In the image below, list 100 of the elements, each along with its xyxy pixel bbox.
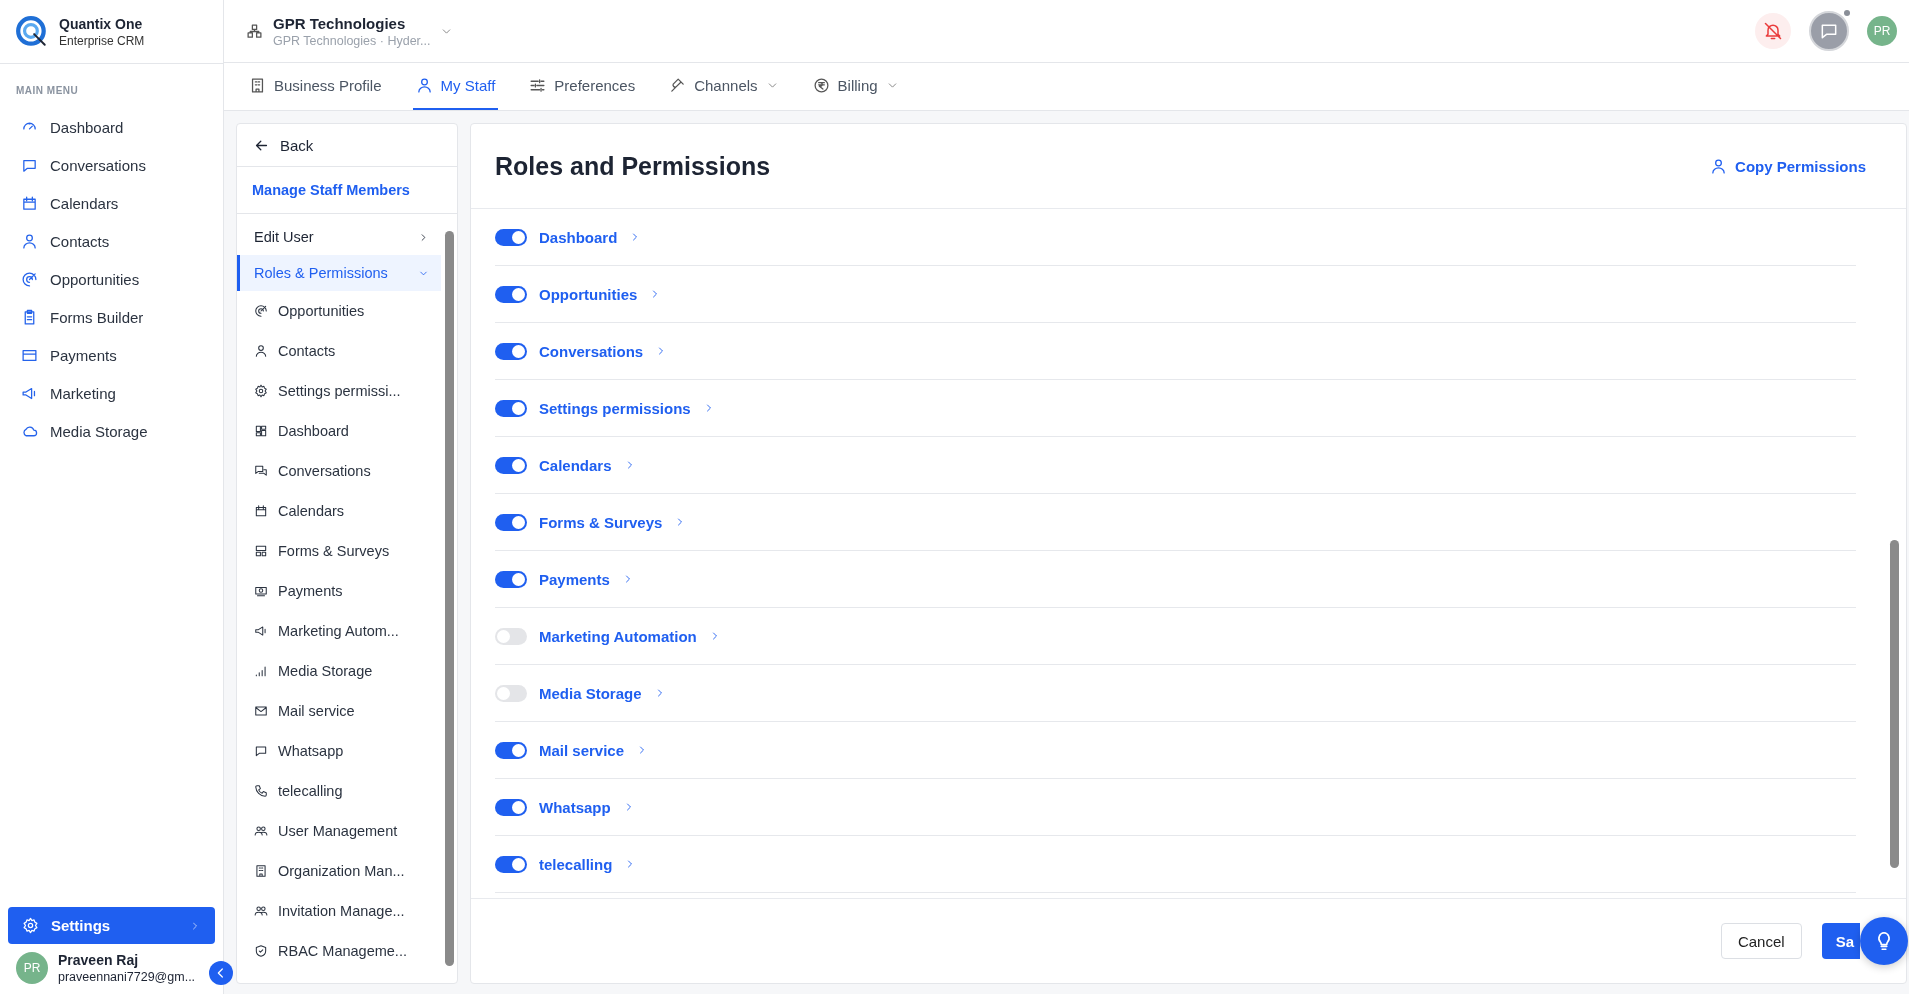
- permission-link[interactable]: Settings permissions: [539, 399, 691, 417]
- building-icon: [249, 77, 266, 94]
- user-name: Praveen Raj: [58, 952, 140, 968]
- subnav-item[interactable]: Invitation Manage...: [237, 891, 441, 931]
- payment-icon: [254, 584, 268, 598]
- tab[interactable]: Billing: [809, 63, 902, 110]
- megaphone-icon: [254, 624, 268, 638]
- subnav-item[interactable]: Mail service: [237, 691, 441, 731]
- sidebar-item[interactable]: Dashboard: [0, 108, 223, 146]
- shield-icon: [254, 944, 268, 958]
- help-button[interactable]: [1860, 917, 1908, 965]
- subnav-item[interactable]: Opportunities: [237, 291, 441, 331]
- subnav-item[interactable]: Payments: [237, 571, 441, 611]
- permission-link[interactable]: telecalling: [539, 855, 613, 873]
- back-button[interactable]: Back: [237, 124, 457, 167]
- calendar-icon: [254, 504, 268, 518]
- building-icon: [254, 864, 268, 878]
- bars-icon: [254, 664, 268, 678]
- plug-icon: [669, 77, 687, 94]
- subnav-item[interactable]: User Management: [237, 811, 441, 851]
- subnav-item[interactable]: Contacts: [237, 331, 441, 371]
- toggle-switch[interactable]: [495, 570, 527, 588]
- permission-link[interactable]: Marketing Automation: [539, 627, 697, 645]
- subnav-item[interactable]: Settings permissi...: [237, 371, 441, 411]
- layout-icon: [254, 544, 268, 558]
- sidebar-item[interactable]: Marketing: [0, 374, 223, 412]
- subnav-title: Manage Staff Members: [237, 167, 457, 214]
- toggle-switch[interactable]: [495, 228, 527, 246]
- cancel-button[interactable]: Cancel: [1720, 923, 1802, 959]
- sidebar-item[interactable]: Media Storage: [0, 412, 223, 450]
- subnav-item[interactable]: Calendars: [237, 491, 441, 531]
- subnav-item[interactable]: Conversations: [237, 451, 441, 491]
- subnav-item[interactable]: telecalling: [237, 771, 441, 811]
- sidebar-item[interactable]: Opportunities: [0, 260, 223, 298]
- toggle-switch[interactable]: [495, 285, 527, 303]
- tab[interactable]: Business Profile: [246, 63, 385, 110]
- permission-link[interactable]: Payments: [539, 570, 610, 588]
- hierarchy-icon: [246, 22, 263, 40]
- chat-icon: [254, 464, 268, 478]
- organization-switcher[interactable]: GPR Technologies GPR Technologies · Hyder...: [246, 14, 454, 48]
- section-label: MAIN MENU: [15, 84, 80, 98]
- chat-icon: [1819, 21, 1839, 41]
- toggle-switch[interactable]: [495, 684, 527, 702]
- toggle-switch[interactable]: [495, 513, 527, 531]
- tab[interactable]: Preferences: [526, 63, 639, 110]
- permission-link[interactable]: Calendars: [539, 456, 612, 474]
- subnav-item[interactable]: RBAC Manageme...: [237, 931, 441, 971]
- chat-icon: [254, 744, 268, 758]
- person-icon: [254, 344, 268, 358]
- sidebar-item[interactable]: Payments: [0, 336, 223, 374]
- tab[interactable]: Channels: [666, 63, 782, 110]
- gear-icon: [254, 384, 268, 398]
- target-icon: [21, 270, 38, 288]
- rupee-icon: [812, 77, 830, 94]
- calendar-icon: [21, 194, 38, 212]
- subnav-item[interactable]: Organization Man...: [237, 851, 441, 891]
- toggle-switch[interactable]: [495, 855, 527, 873]
- sidebar-item[interactable]: Conversations: [0, 146, 223, 184]
- toggle-switch[interactable]: [495, 627, 527, 645]
- tab[interactable]: My Staff: [412, 63, 499, 110]
- subnav-item[interactable]: Whatsapp: [237, 731, 441, 771]
- phone-icon: [254, 784, 268, 798]
- whatsapp-button[interactable]: [1809, 11, 1849, 51]
- permission-link[interactable]: Conversations: [539, 342, 644, 360]
- toggle-switch[interactable]: [495, 741, 527, 759]
- bell-off-icon: [1763, 21, 1783, 41]
- settings-item[interactable]: Settings: [8, 907, 215, 944]
- collapse-button[interactable]: [209, 961, 233, 985]
- page-title: Roles and Permissions: [495, 151, 771, 181]
- subnav-item[interactable]: Forms & Surveys: [237, 531, 441, 571]
- sliders-icon: [529, 77, 547, 94]
- permission-link[interactable]: Opportunities: [539, 285, 638, 303]
- sidebar-item[interactable]: Calendars: [0, 184, 223, 222]
- permission-link[interactable]: Media Storage: [539, 684, 642, 702]
- person-icon: [1710, 157, 1728, 175]
- settings-icon: [22, 917, 39, 934]
- subnav-item[interactable]: Dashboard: [237, 411, 441, 451]
- permission-link[interactable]: Mail service: [539, 741, 625, 759]
- subnav-item[interactable]: Marketing Autom...: [237, 611, 441, 651]
- toggle-switch[interactable]: [495, 399, 527, 417]
- toggle-switch[interactable]: [495, 456, 527, 474]
- subnav-section[interactable]: Edit User: [237, 219, 441, 255]
- people-icon: [254, 824, 268, 838]
- sidebar-item[interactable]: Forms Builder: [0, 298, 223, 336]
- sidebar-item[interactable]: Contacts: [0, 222, 223, 260]
- brand-name: Quantix One: [59, 15, 144, 32]
- toggle-switch[interactable]: [495, 798, 527, 816]
- permission-link[interactable]: Whatsapp: [539, 798, 611, 816]
- grid-icon: [254, 424, 268, 438]
- permission-link[interactable]: Dashboard: [539, 228, 618, 246]
- logo-icon: [15, 14, 49, 49]
- copy-permissions-link[interactable]: Copy Permissions: [1710, 157, 1866, 175]
- subnav-item[interactable]: Media Storage: [237, 651, 441, 691]
- subnav-section[interactable]: Roles & Permissions: [237, 255, 441, 291]
- person-icon: [21, 232, 38, 250]
- notifications-button[interactable]: [1755, 13, 1791, 49]
- save-button[interactable]: Sa: [1821, 923, 1860, 959]
- permission-link[interactable]: Forms & Surveys: [539, 513, 663, 531]
- toggle-switch[interactable]: [495, 342, 527, 360]
- target-icon: [254, 304, 268, 318]
